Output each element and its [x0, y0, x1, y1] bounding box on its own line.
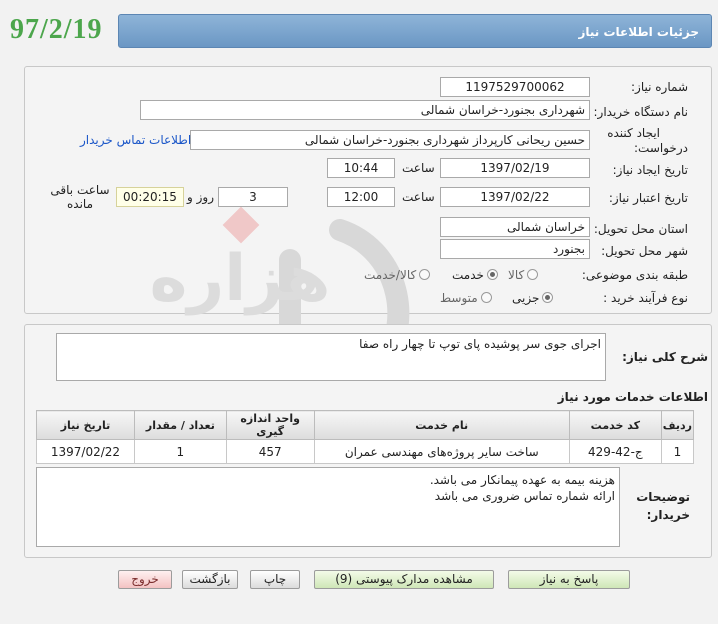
back-button[interactable]: بازگشت	[182, 570, 238, 589]
radio-selected-icon	[542, 292, 554, 303]
process-type-label: نوع فرآیند خرید :	[603, 291, 688, 305]
col-row: ردیف	[660, 410, 695, 440]
buyer-notes-line: هزینه بیمه به عهده پیمانکار می باشد.	[429, 473, 615, 487]
city-label: شهر محل تحویل:	[601, 244, 688, 258]
remaining-days-label: روز و	[187, 190, 214, 204]
services-table: ردیف کد خدمت نام خدمت واحد اندازه گیری ت…	[36, 410, 695, 464]
remaining-time-label: ساعت باقی مانده	[50, 183, 110, 211]
buyer-notes-label-line1: توضیحات	[636, 490, 690, 504]
city-field: بجنورد	[440, 239, 590, 259]
buyer-notes-field: هزینه بیمه به عهده پیمانکار می باشد. ارا…	[36, 467, 620, 547]
view-attachments-button[interactable]: مشاهده مدارک پیوستی (9)	[314, 570, 494, 589]
col-service-code: کد خدمت	[568, 410, 662, 440]
need-number-field: 1197529700062	[440, 77, 590, 97]
print-button[interactable]: چاپ	[250, 570, 300, 589]
remaining-time-badge: 00:20:15	[116, 187, 184, 207]
col-service-name: نام خدمت	[313, 410, 570, 440]
col-quantity: تعداد / مقدار	[133, 410, 227, 440]
creator-field: حسین ریحانی کارپرداز شهرداری بجنورد-خراس…	[190, 130, 590, 150]
exit-button[interactable]: خروج	[118, 570, 172, 589]
remaining-days-field: 3	[218, 187, 288, 207]
province-label: استان محل تحویل:	[593, 222, 688, 236]
create-date-label: تاریخ ایجاد نیاز:	[612, 163, 688, 177]
table-row: 1 ج-42-429 ساخت سایر پروژه‌های مهندسی عم…	[36, 439, 695, 464]
date-stamp: 97/2/19	[10, 14, 103, 45]
buyer-contact-link[interactable]: اطلاعات تماس خریدار	[80, 133, 191, 147]
cell-need-date: 1397/02/22	[36, 439, 135, 464]
services-title: اطلاعات خدمات مورد نیاز	[557, 390, 708, 404]
category-radio-goods-service[interactable]: کالا/خدمت	[364, 268, 431, 282]
buyer-notes-label-line2: خریدار:	[646, 508, 690, 522]
category-label: طبقه بندی موضوعی:	[581, 268, 688, 282]
need-number-label: شماره نیاز:	[631, 80, 688, 94]
category-radio-goods[interactable]: کالا	[508, 268, 539, 282]
summary-field: اجرای جوی سر پوشیده پای توپ تا چهار راه …	[56, 333, 606, 381]
radio-icon	[527, 269, 539, 280]
validity-date-label: تاریخ اعتبار نیاز:	[608, 191, 688, 205]
cell-service-code: ج-42-429	[568, 439, 662, 464]
creator-label-line2: درخواست:	[634, 141, 688, 155]
table-header-row: ردیف کد خدمت نام خدمت واحد اندازه گیری ت…	[36, 410, 695, 440]
process-radio-minor[interactable]: جزیی	[512, 291, 554, 305]
cell-quantity: 1	[133, 439, 227, 464]
validity-date-field: 1397/02/22	[440, 187, 590, 207]
create-time-field: 10:44	[327, 158, 395, 178]
buyer-org-field: شهرداری بجنورد-خراسان شمالی	[140, 100, 590, 120]
cell-row: 1	[660, 439, 695, 464]
cell-unit: 457	[225, 439, 315, 464]
radio-icon	[480, 292, 492, 303]
summary-label: شرح کلی نیاز:	[622, 350, 708, 364]
province-field: خراسان شمالی	[440, 217, 590, 237]
validity-time-field: 12:00	[327, 187, 395, 207]
validity-time-label: ساعت	[402, 190, 435, 204]
create-date-field: 1397/02/19	[440, 158, 590, 178]
cell-service-name: ساخت سایر پروژه‌های مهندسی عمران	[313, 439, 570, 464]
col-unit: واحد اندازه گیری	[225, 410, 315, 440]
create-time-label: ساعت	[402, 161, 435, 175]
category-radio-service[interactable]: خدمت	[452, 268, 498, 282]
reply-to-need-button[interactable]: پاسخ به نیاز	[508, 570, 630, 589]
creator-label-line1: ایجاد کننده	[607, 126, 660, 140]
radio-icon	[419, 269, 431, 280]
process-radio-medium[interactable]: متوسط	[440, 291, 492, 305]
col-need-date: تاریخ نیاز	[36, 410, 135, 440]
buyer-org-label: نام دستگاه خریدار:	[593, 105, 689, 119]
radio-selected-icon	[486, 269, 498, 280]
buyer-notes-line: ارائه شماره تماس ضروری می باشد	[434, 489, 615, 503]
page-title: جزئیات اطلاعات نیاز	[118, 14, 712, 48]
